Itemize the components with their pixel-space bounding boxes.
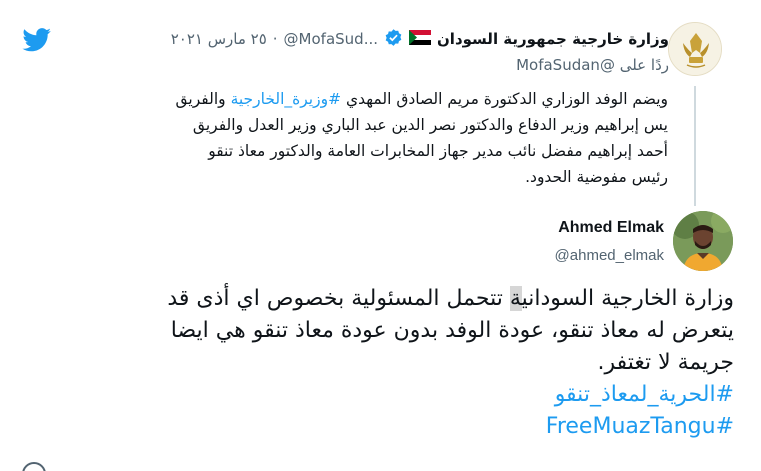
main-text-segment: تتحمل المسئولية بخصوص اي أذى قد <box>167 286 510 311</box>
twitter-bird-icon[interactable] <box>22 28 52 52</box>
parent-tweet-header: وزارة خارجية جمهورية السودان @MofaSud...… <box>171 26 669 52</box>
main-text-line: يتعرض له معاذ تنقو، عودة الوفد بدون عودة… <box>170 318 734 343</box>
info-icon[interactable] <box>22 462 46 471</box>
parent-text-segment: ويضم الوفد الوزاري الدكتورة مريم الصادق … <box>341 90 668 108</box>
reply-context: ردًا على @MofaSudan <box>516 56 669 74</box>
hashtag-link[interactable]: #FreeMuazTangu <box>40 411 734 443</box>
main-author-handle[interactable]: @ahmed_elmak <box>555 247 664 264</box>
hashtag-link[interactable]: #الحرية_لمعاذ_تنقو <box>40 379 734 411</box>
parent-text-line: ويضم الوفد الوزاري الدكتورة مريم الصادق … <box>96 86 668 112</box>
ministry-emblem-icon <box>669 23 721 75</box>
main-text-segment: وزارة الخارجية السوداني <box>521 286 734 311</box>
parent-tweet-text: ويضم الوفد الوزاري الدكتورة مريم الصادق … <box>96 86 668 190</box>
text-selection: ة <box>509 286 522 311</box>
parent-avatar[interactable] <box>668 22 722 76</box>
main-tweet-text: وزارة الخارجية السودانية تتحمل المسئولية… <box>40 283 734 443</box>
sudan-flag-icon <box>409 29 431 49</box>
reply-to-mention[interactable]: @MofaSudan <box>516 56 615 74</box>
thread-connector-line <box>694 86 696 206</box>
main-author-name[interactable]: Ahmed Elmak <box>558 219 664 237</box>
main-avatar[interactable] <box>673 211 733 271</box>
parent-text-line: رئيس مفوضية الحدود. <box>525 168 668 186</box>
user-photo <box>673 211 733 271</box>
separator-dot: · <box>272 30 278 48</box>
parent-author-name[interactable]: وزارة خارجية جمهورية السودان <box>437 30 669 48</box>
reply-prefix: ردًا على <box>619 56 669 74</box>
parent-timestamp[interactable]: ٢٥ مارس ٢٠٢١ <box>171 30 267 48</box>
main-text-line: وزارة الخارجية السودانية تتحمل المسئولية… <box>40 283 734 315</box>
parent-text-line: أحمد إبراهيم مفضل نائب مدير جهاز المخابر… <box>208 142 668 160</box>
verified-badge-icon <box>384 28 403 51</box>
parent-text-line: يس إبراهيم وزير الدفاع والدكتور نصر الدي… <box>192 116 668 134</box>
main-text-line: جريمة لا تغتفر. <box>597 350 734 375</box>
hashtag-link[interactable]: #وزيرة_الخارجية <box>231 90 342 108</box>
parent-text-segment: والفريق <box>175 90 231 108</box>
parent-author-handle[interactable]: @MofaSud... <box>284 30 378 48</box>
